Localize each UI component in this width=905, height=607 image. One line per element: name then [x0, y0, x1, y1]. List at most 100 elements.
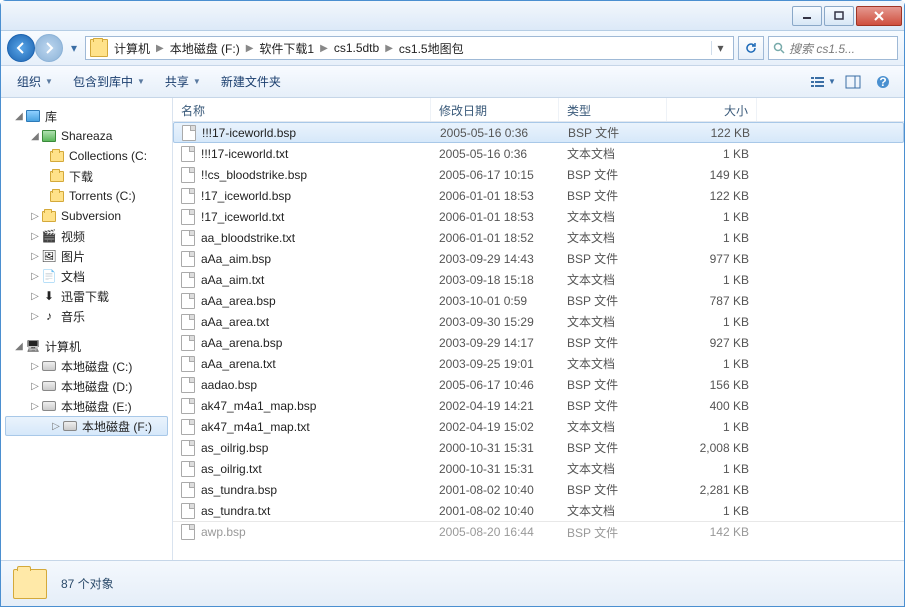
file-name: aa_bloodstrike.txt — [201, 231, 295, 245]
file-row[interactable]: !17_iceworld.bsp2006-01-01 18:53BSP 文件12… — [173, 185, 904, 206]
preview-pane-button[interactable] — [840, 71, 866, 93]
back-button[interactable] — [7, 34, 35, 62]
file-row[interactable]: !17_iceworld.txt2006-01-01 18:53文本文档1 KB — [173, 206, 904, 227]
maximize-button[interactable] — [824, 6, 854, 26]
file-icon — [181, 146, 195, 162]
col-header-size[interactable]: 大小 — [667, 98, 757, 121]
tree-subversion[interactable]: ▷Subversion — [1, 206, 172, 226]
file-size: 1 KB — [667, 273, 757, 287]
file-name: as_tundra.bsp — [201, 483, 277, 497]
tree-pictures[interactable]: ▷🖼图片 — [1, 246, 172, 266]
chevron-right-icon[interactable]: ▶ — [316, 43, 332, 54]
file-row[interactable]: awp.bsp2005-08-20 16:44BSP 文件142 KB — [173, 521, 904, 542]
file-size: 1 KB — [667, 462, 757, 476]
file-row[interactable]: !!!17-iceworld.txt2005-05-16 0:36文本文档1 K… — [173, 143, 904, 164]
minimize-button[interactable] — [792, 6, 822, 26]
tree-video[interactable]: ▷🎬视频 — [1, 226, 172, 246]
tree-torrents[interactable]: Torrents (C:) — [1, 186, 172, 206]
address-dropdown[interactable]: ▾ — [711, 41, 729, 55]
file-row[interactable]: !!cs_bloodstrike.bsp2005-06-17 10:15BSP … — [173, 164, 904, 185]
new-folder-button[interactable]: 新建文件夹 — [213, 69, 289, 94]
file-name: ak47_m4a1_map.txt — [201, 420, 310, 434]
file-size: 927 KB — [667, 336, 757, 350]
svg-text:?: ? — [879, 75, 886, 89]
chevron-right-icon[interactable]: ▶ — [242, 43, 258, 54]
include-menu[interactable]: 包含到库中▼ — [65, 69, 153, 94]
file-date: 2003-09-30 15:29 — [431, 315, 559, 329]
file-date: 2003-10-01 0:59 — [431, 294, 559, 308]
organize-menu[interactable]: 组织▼ — [9, 69, 61, 94]
crumb-computer[interactable]: 计算机 — [112, 40, 152, 57]
col-header-date[interactable]: 修改日期 — [431, 98, 559, 121]
file-row[interactable]: aAa_aim.bsp2003-09-29 14:43BSP 文件977 KB — [173, 248, 904, 269]
col-header-name[interactable]: 名称 — [173, 98, 431, 121]
tree-libraries[interactable]: ◢库 — [1, 106, 172, 126]
file-icon — [181, 398, 195, 414]
file-row[interactable]: ak47_m4a1_map.txt2002-04-19 15:02文本文档1 K… — [173, 416, 904, 437]
search-input[interactable]: 搜索 cs1.5... — [768, 36, 898, 60]
tree-shareaza[interactable]: ◢Shareaza — [1, 126, 172, 146]
file-type: 文本文档 — [559, 502, 667, 519]
file-row[interactable]: !!!17-iceworld.bsp2005-05-16 0:36BSP 文件1… — [173, 122, 904, 143]
view-options-button[interactable]: ▼ — [810, 71, 836, 93]
file-row[interactable]: aAa_area.bsp2003-10-01 0:59BSP 文件787 KB — [173, 290, 904, 311]
document-icon: 📄 — [41, 268, 57, 284]
tree-documents[interactable]: ▷📄文档 — [1, 266, 172, 286]
crumb-folder1[interactable]: 软件下载1 — [257, 40, 316, 57]
file-row[interactable]: ak47_m4a1_map.bsp2002-04-19 14:21BSP 文件4… — [173, 395, 904, 416]
forward-button[interactable] — [35, 34, 63, 62]
file-row[interactable]: aadao.bsp2005-06-17 10:46BSP 文件156 KB — [173, 374, 904, 395]
file-type: BSP 文件 — [559, 292, 667, 309]
crumb-current[interactable]: cs1.5地图包 — [397, 40, 466, 57]
file-type: 文本文档 — [559, 418, 667, 435]
file-row[interactable]: aa_bloodstrike.txt2006-01-01 18:52文本文档1 … — [173, 227, 904, 248]
file-icon — [181, 167, 195, 183]
navigation-tree[interactable]: ◢库 ◢Shareaza Collections (C: 下载 Torrents… — [1, 98, 173, 560]
address-bar[interactable]: 计算机▶ 本地磁盘 (F:)▶ 软件下载1▶ cs1.5dtb▶ cs1.5地图… — [85, 36, 734, 60]
file-row[interactable]: aAa_aim.txt2003-09-18 15:18文本文档1 KB — [173, 269, 904, 290]
file-row[interactable]: aAa_area.txt2003-09-30 15:29文本文档1 KB — [173, 311, 904, 332]
crumb-drive[interactable]: 本地磁盘 (F:) — [168, 40, 242, 57]
tree-drive-d[interactable]: ▷本地磁盘 (D:) — [1, 376, 172, 396]
crumb-folder2[interactable]: cs1.5dtb — [332, 41, 381, 55]
file-icon — [181, 272, 195, 288]
file-size: 400 KB — [667, 399, 757, 413]
col-header-type[interactable]: 类型 — [559, 98, 667, 121]
chevron-right-icon[interactable]: ▶ — [381, 43, 397, 54]
help-button[interactable]: ? — [870, 71, 896, 93]
file-list[interactable]: !!!17-iceworld.bsp2005-05-16 0:36BSP 文件1… — [173, 122, 904, 560]
tree-computer[interactable]: ◢🖥计算机 — [1, 336, 172, 356]
file-row[interactable]: as_oilrig.bsp2000-10-31 15:31BSP 文件2,008… — [173, 437, 904, 458]
file-icon — [181, 503, 195, 519]
file-size: 142 KB — [667, 525, 757, 539]
file-row[interactable]: as_oilrig.txt2000-10-31 15:31文本文档1 KB — [173, 458, 904, 479]
folder-icon — [13, 569, 47, 599]
tree-collections[interactable]: Collections (C: — [1, 146, 172, 166]
file-row[interactable]: aAa_arena.txt2003-09-25 19:01文本文档1 KB — [173, 353, 904, 374]
tree-downloads[interactable]: 下载 — [1, 166, 172, 186]
file-date: 2000-10-31 15:31 — [431, 462, 559, 476]
refresh-button[interactable] — [738, 36, 764, 60]
tree-drive-f[interactable]: ▷本地磁盘 (F:) — [5, 416, 168, 436]
file-icon — [181, 524, 195, 540]
tree-xunlei[interactable]: ▷⬇迅雷下载 — [1, 286, 172, 306]
tree-drive-c[interactable]: ▷本地磁盘 (C:) — [1, 356, 172, 376]
file-name: aAa_aim.txt — [201, 273, 264, 287]
file-type: 文本文档 — [559, 229, 667, 246]
share-menu[interactable]: 共享▼ — [157, 69, 209, 94]
file-type: BSP 文件 — [559, 166, 667, 183]
file-type: BSP 文件 — [559, 397, 667, 414]
file-row[interactable]: as_tundra.bsp2001-08-02 10:40BSP 文件2,281… — [173, 479, 904, 500]
file-icon — [181, 293, 195, 309]
file-size: 1 KB — [667, 357, 757, 371]
history-dropdown[interactable]: ▾ — [67, 41, 81, 55]
close-button[interactable] — [856, 6, 902, 26]
status-text: 87 个对象 — [61, 575, 114, 592]
tree-music[interactable]: ▷♪音乐 — [1, 306, 172, 326]
file-row[interactable]: aAa_arena.bsp2003-09-29 14:17BSP 文件927 K… — [173, 332, 904, 353]
tree-drive-e[interactable]: ▷本地磁盘 (E:) — [1, 396, 172, 416]
file-row[interactable]: as_tundra.txt2001-08-02 10:40文本文档1 KB — [173, 500, 904, 521]
file-size: 2,281 KB — [667, 483, 757, 497]
file-name: as_oilrig.txt — [201, 462, 262, 476]
chevron-right-icon[interactable]: ▶ — [152, 43, 168, 54]
